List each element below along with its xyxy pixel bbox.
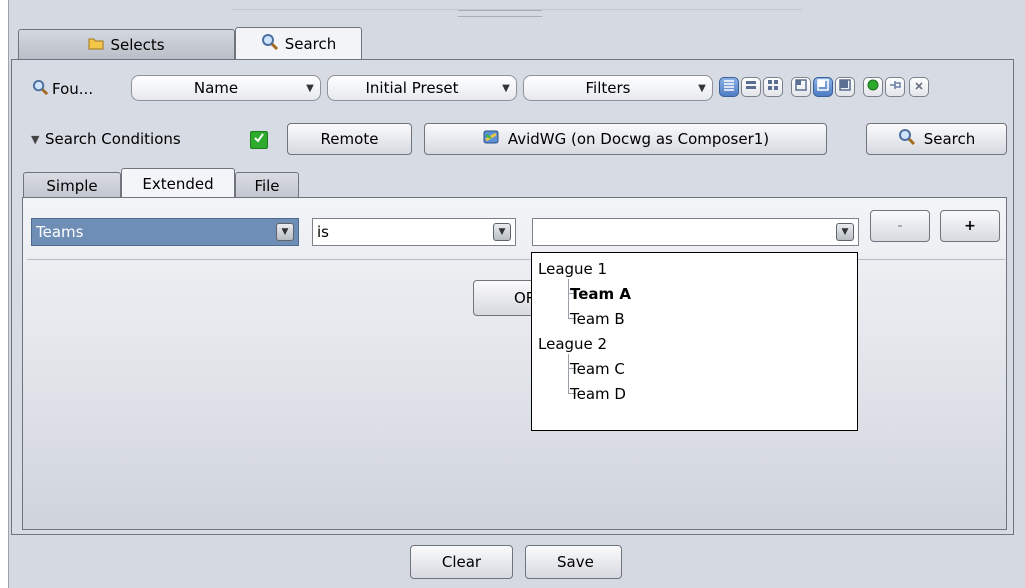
preset-select-value: Initial Preset: [365, 79, 459, 97]
tree-line: [568, 279, 569, 319]
pin-button[interactable]: [885, 77, 905, 97]
criteria-area: [22, 197, 1007, 530]
team-item[interactable]: Team D: [570, 385, 626, 403]
database-button[interactable]: AvidWG (on Docwg as Composer1): [424, 123, 827, 155]
preset-select[interactable]: Initial Preset ▼: [327, 75, 517, 101]
tab-selects[interactable]: Selects: [18, 29, 235, 59]
chevron-down-icon: ▼: [698, 82, 706, 94]
dropdown-arrow-icon: ▼: [276, 223, 294, 241]
checkmark-icon: [253, 132, 265, 148]
operator-combo[interactable]: is ▼: [312, 218, 516, 246]
filters-select-value: Filters: [585, 79, 631, 97]
frame-small-icon: [795, 79, 807, 95]
folder-icon: [88, 36, 104, 54]
pin-icon: [889, 79, 901, 95]
remove-criterion-button[interactable]: -: [870, 210, 930, 242]
chevron-down-icon: ▼: [306, 82, 314, 94]
frame-medium-button[interactable]: [813, 77, 833, 97]
filters-select[interactable]: Filters ▼: [523, 75, 713, 101]
status-button[interactable]: [863, 77, 883, 97]
remote-button[interactable]: Remote: [287, 123, 412, 155]
magnifier-icon: [261, 33, 279, 55]
chevron-down-icon: ▼: [502, 82, 510, 94]
tab-search-label: Search: [284, 35, 337, 53]
remote-button-label: Remote: [320, 130, 379, 148]
tab-selects-label: Selects: [110, 35, 165, 54]
grid-view-button[interactable]: [763, 77, 783, 97]
name-select[interactable]: Name ▼: [131, 75, 321, 101]
add-criterion-button[interactable]: +: [940, 210, 1000, 242]
found-label: Fou...: [52, 80, 94, 98]
subtab-extended[interactable]: Extended: [121, 168, 235, 199]
list-view-icon: [723, 79, 735, 95]
list-view-button[interactable]: [719, 77, 739, 97]
subtab-extended-label: Extended: [142, 175, 214, 193]
dropdown-arrow-icon: ▼: [493, 223, 511, 241]
search-button[interactable]: Search: [866, 123, 1007, 155]
database-icon: [482, 128, 500, 150]
league-item[interactable]: League 2: [538, 335, 607, 353]
remove-criterion-label: -: [897, 218, 903, 234]
name-select-value: Name: [193, 79, 239, 97]
subtab-simple-label: Simple: [46, 177, 98, 195]
save-button[interactable]: Save: [525, 545, 622, 579]
magnifier-icon: [898, 128, 916, 150]
frame-small-button[interactable]: [791, 77, 811, 97]
subtab-file-label: File: [254, 177, 280, 195]
frame-large-icon: [839, 79, 851, 95]
criteria-row-divider: [27, 259, 1005, 260]
save-button-label: Save: [557, 553, 594, 571]
tab-search[interactable]: Search: [235, 27, 362, 60]
search-conditions-label: Search Conditions: [45, 130, 181, 148]
close-button[interactable]: [909, 77, 929, 97]
close-icon: [914, 79, 924, 95]
detail-view-button[interactable]: [741, 77, 761, 97]
frame-medium-icon: [817, 79, 829, 95]
database-button-label: AvidWG (on Docwg as Composer1): [507, 130, 770, 148]
clear-button-label: Clear: [441, 553, 482, 571]
field-combo-value: Teams: [36, 223, 84, 241]
search-conditions-checkbox[interactable]: [250, 131, 268, 149]
frame-large-button[interactable]: [835, 77, 855, 97]
add-criterion-label: +: [964, 218, 976, 234]
dropdown-arrow-icon: ▼: [836, 223, 854, 241]
operator-combo-value: is: [317, 223, 329, 241]
search-button-label: Search: [923, 130, 976, 148]
teams-dropdown: League 1 Team A Team B League 2 Team C T…: [531, 252, 858, 431]
collapse-triangle-icon[interactable]: ▼: [31, 133, 39, 146]
subtab-file[interactable]: File: [235, 172, 299, 199]
field-combo[interactable]: Teams ▼: [31, 218, 299, 246]
resize-grip-handle[interactable]: [458, 10, 542, 17]
team-item[interactable]: Team C: [570, 360, 625, 378]
value-combo[interactable]: ▼: [532, 218, 859, 246]
tree-line: [568, 354, 569, 394]
league-item[interactable]: League 1: [538, 260, 607, 278]
green-status-icon: [867, 79, 879, 95]
detail-view-icon: [745, 79, 757, 95]
team-item[interactable]: Team B: [570, 310, 625, 328]
subtab-simple[interactable]: Simple: [23, 172, 121, 199]
clear-button[interactable]: Clear: [410, 545, 513, 579]
grid-view-icon: [767, 79, 779, 95]
team-item[interactable]: Team A: [570, 285, 631, 303]
found-icon: [32, 79, 49, 100]
